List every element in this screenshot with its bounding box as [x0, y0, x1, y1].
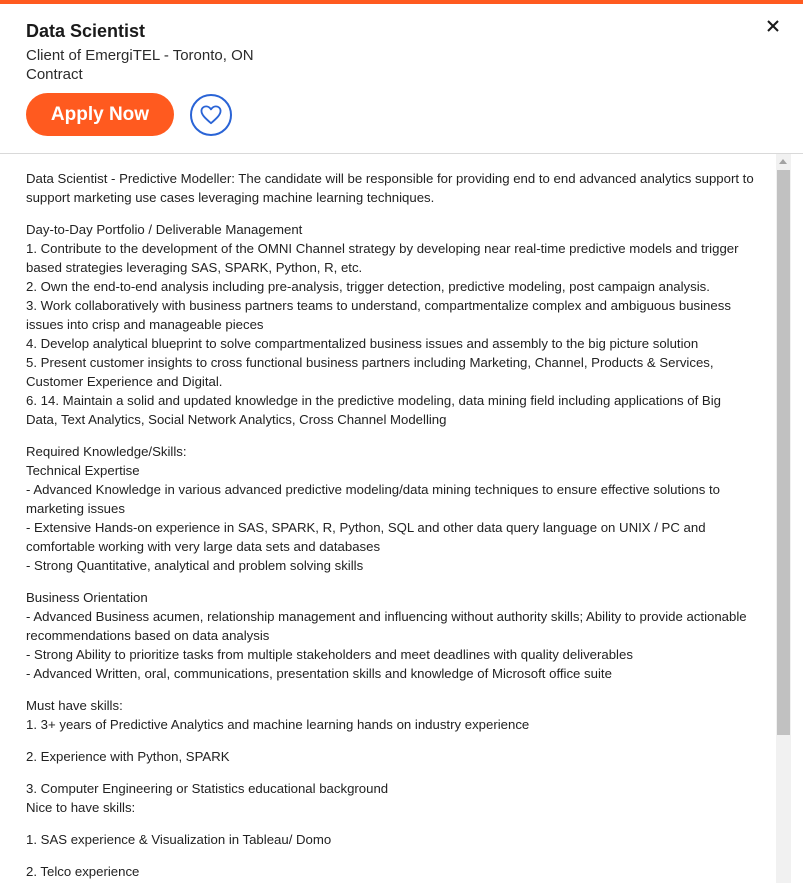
save-favorite-button[interactable] [190, 94, 232, 136]
business-section: Business Orientation - Advanced Business… [26, 588, 756, 683]
job-header: Data Scientist Client of EmergiTEL - Tor… [0, 4, 803, 154]
nice-to-have-item-sas: 1. SAS experience & Visualization in Tab… [26, 832, 332, 847]
skills-heading: Required Knowledge/Skills: [26, 444, 187, 459]
portfolio-item: 5. Present customer insights to cross fu… [26, 355, 714, 389]
must-have-item-education: 3. Computer Engineering or Statistics ed… [26, 781, 389, 796]
skills-subheading: Technical Expertise [26, 463, 140, 478]
portfolio-item: 3. Work collaboratively with business pa… [26, 298, 731, 332]
education-section: 3. Computer Engineering or Statistics ed… [26, 779, 756, 817]
must-have-item-python: 2. Experience with Python, SPARK [26, 749, 230, 764]
portfolio-section: Day-to-Day Portfolio / Deliverable Manag… [26, 220, 756, 429]
close-icon [767, 20, 779, 32]
company-location: Client of EmergiTEL - Toronto, ON [26, 47, 254, 64]
skills-section: Required Knowledge/Skills: Technical Exp… [26, 442, 756, 575]
must-have-section: Must have skills: 1. 3+ years of Predict… [26, 696, 756, 734]
must-have-heading: Must have skills: [26, 698, 123, 713]
skills-item: - Strong Quantitative, analytical and pr… [26, 558, 364, 573]
must-have-item: 1. 3+ years of Predictive Analytics and … [26, 717, 530, 732]
heart-icon [200, 105, 222, 125]
apply-now-button[interactable]: Apply Now [26, 93, 174, 136]
business-item: - Strong Ability to prioritize tasks fro… [26, 647, 633, 662]
business-heading: Business Orientation [26, 590, 148, 605]
nice-to-have-heading: Nice to have skills: [26, 800, 136, 815]
portfolio-item: 1. Contribute to the development of the … [26, 241, 739, 275]
nice-to-have-item-telco: 2. Telco experience [26, 864, 140, 879]
portfolio-item: 6. 14. Maintain a solid and updated know… [26, 393, 721, 427]
portfolio-heading: Day-to-Day Portfolio / Deliverable Manag… [26, 222, 303, 237]
close-button[interactable] [760, 13, 786, 39]
job-title: Data Scientist [26, 21, 146, 41]
job-description: Data Scientist - Predictive Modeller: Th… [26, 169, 756, 883]
business-item: - Advanced Written, oral, communications… [26, 666, 612, 681]
skills-item: - Extensive Hands-on experience in SAS, … [26, 520, 706, 554]
skills-item: - Advanced Knowledge in various advanced… [26, 482, 720, 516]
scroll-up-arrow-icon[interactable] [779, 159, 787, 164]
portfolio-item: 4. Develop analytical blueprint to solve… [26, 336, 699, 351]
description-scrollbar[interactable] [776, 154, 791, 883]
business-item: - Advanced Business acumen, relationship… [26, 609, 747, 643]
job-description-panel[interactable]: Data Scientist - Predictive Modeller: Th… [0, 154, 775, 883]
description-intro: Data Scientist - Predictive Modeller: Th… [26, 171, 754, 205]
portfolio-item: 2. Own the end-to-end analysis including… [26, 279, 710, 294]
job-type: Contract [26, 66, 83, 83]
scrollbar-thumb[interactable] [777, 170, 790, 735]
